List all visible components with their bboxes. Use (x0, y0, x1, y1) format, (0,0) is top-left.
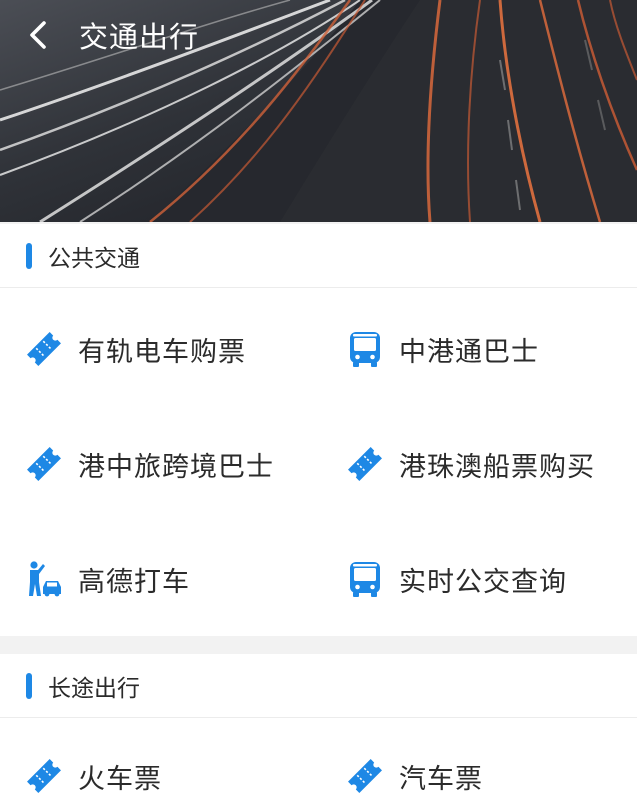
item-label: 火车票 (78, 763, 162, 795)
item-label: 港珠澳船票购买 (399, 451, 595, 483)
realtime-bus-query-button[interactable]: 实时公交查询 (345, 559, 567, 599)
item-label: 汽车票 (399, 763, 483, 795)
ticket-icon (27, 447, 61, 481)
top-bar: 交通出行 (0, 0, 637, 70)
public-transport-section: 公共交通 有轨电车购票 中港通巴士 港中旅跨境巴士 港珠澳船票购买 高德打车 实… (0, 224, 637, 636)
ticket-icon (27, 332, 61, 366)
zhonggangtong-bus-button[interactable]: 中港通巴士 (345, 329, 539, 369)
item-label: 实时公交查询 (399, 566, 567, 598)
item-label: 港中旅跨境巴士 (78, 451, 274, 483)
ticket-icon (27, 759, 61, 793)
bus-icon (350, 332, 380, 367)
tram-ticket-button[interactable]: 有轨电车购票 (24, 329, 246, 369)
ticket-icon (348, 759, 382, 793)
section-title: 公共交通 (48, 245, 140, 272)
cts-crossborder-bus-button[interactable]: 港中旅跨境巴士 (24, 444, 274, 484)
section-accent-bar (26, 672, 32, 699)
bus-icon (350, 562, 380, 597)
item-label: 有轨电车购票 (78, 336, 246, 368)
section-title: 长途出行 (48, 675, 140, 702)
taxi-hail-icon (29, 561, 61, 597)
hero-banner: 交通出行 (0, 0, 637, 222)
coach-ticket-button[interactable]: 汽车票 (345, 756, 483, 796)
section-accent-bar (26, 242, 32, 269)
item-label: 高德打车 (78, 566, 190, 598)
hzmb-ferry-ticket-button[interactable]: 港珠澳船票购买 (345, 444, 595, 484)
section-header: 公共交通 (0, 224, 637, 288)
amap-taxi-button[interactable]: 高德打车 (24, 559, 190, 599)
item-label: 中港通巴士 (399, 336, 539, 368)
long-distance-section: 长途出行 火车票 汽车票 (0, 654, 637, 812)
section-header: 长途出行 (0, 654, 637, 718)
back-arrow-icon[interactable] (24, 18, 54, 52)
page-title: 交通出行 (79, 20, 200, 54)
ticket-icon (348, 447, 382, 481)
train-ticket-button[interactable]: 火车票 (24, 756, 162, 796)
